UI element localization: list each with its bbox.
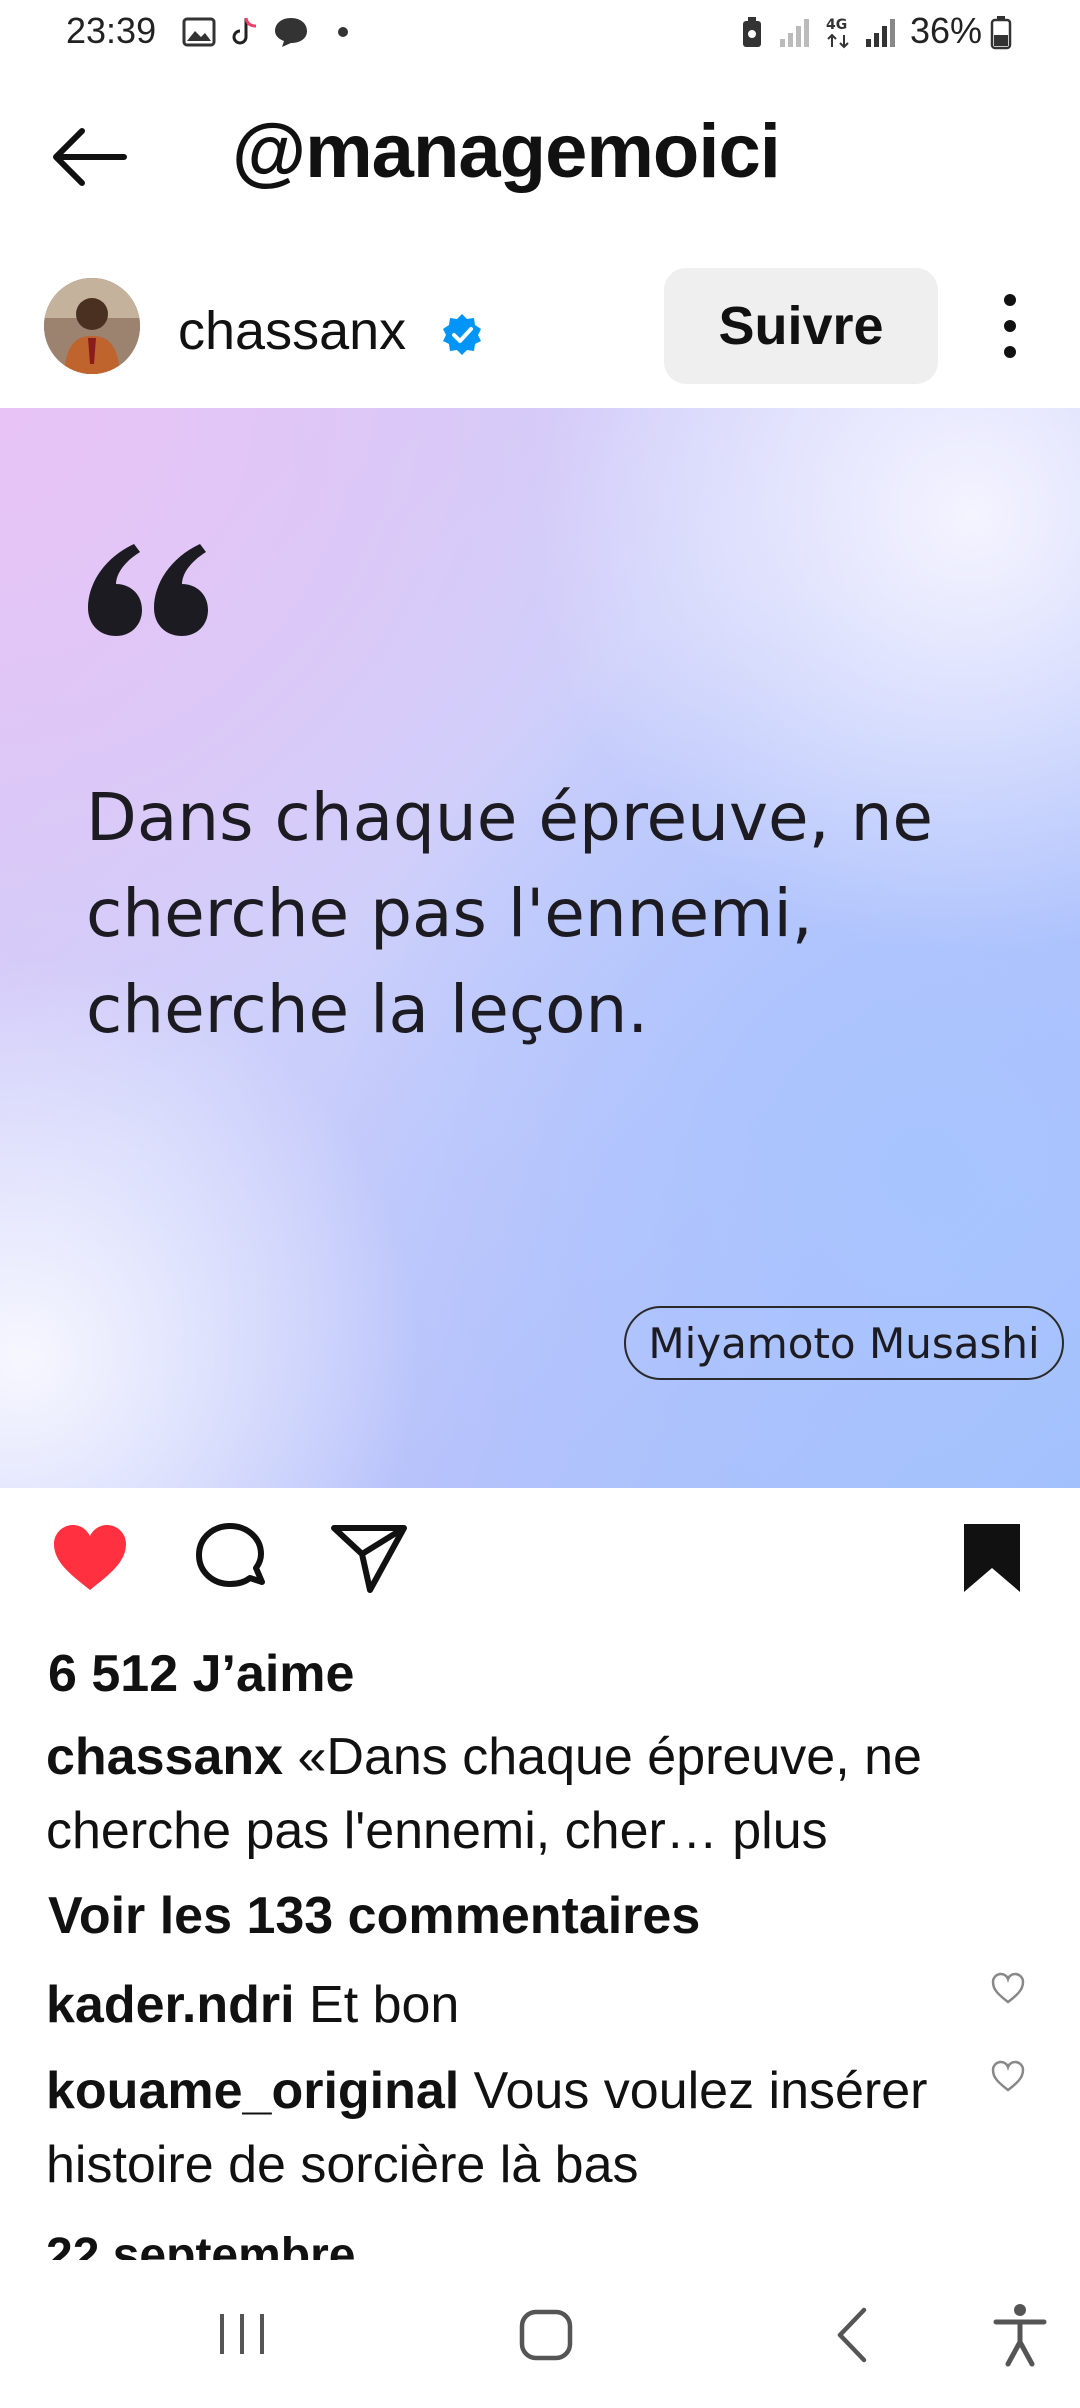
battery-percentage: 36% [910, 10, 983, 51]
comment-item: kader.ndri Et bon [46, 1968, 986, 2042]
battery-icon [990, 16, 1012, 50]
page-title: @managemoici [232, 109, 781, 194]
share-send-icon[interactable] [330, 1522, 408, 1594]
author-username[interactable]: chassanx [178, 300, 406, 362]
comment-username[interactable]: kader.ndri [46, 1976, 295, 2034]
network-4g-icon: 4G [826, 17, 849, 49]
comment-like-heart-icon[interactable] [990, 2058, 1026, 2094]
tiktok-icon [232, 17, 257, 45]
follow-button[interactable]: Suivre [664, 268, 938, 384]
dot-icon [338, 27, 348, 37]
view-comments-link[interactable]: Voir les 133 commentaires [48, 1886, 700, 1946]
comment-text: Et bon [294, 1976, 460, 2034]
likes-count[interactable]: 6 512 J’aime [48, 1644, 354, 1704]
like-heart-icon[interactable] [50, 1522, 130, 1594]
caption-username[interactable]: chassanx [46, 1728, 283, 1786]
comment-like-heart-icon[interactable] [990, 1970, 1026, 2006]
status-time: 23:39 [66, 10, 157, 51]
post-date: 22 septembre [46, 2229, 356, 2262]
back-icon[interactable] [826, 2300, 876, 2370]
signal-icon [780, 19, 809, 47]
quote-author-pill: Miyamoto Musashi [624, 1306, 1064, 1380]
quote-text: Dans chaque épreuve, ne cherche pas l'en… [86, 779, 934, 1048]
comment-icon[interactable] [192, 1522, 268, 1594]
bookmark-saved-icon[interactable] [960, 1522, 1024, 1594]
back-arrow-icon[interactable] [50, 125, 130, 189]
recents-icon[interactable] [214, 2300, 270, 2370]
quote-mark-icon [88, 544, 208, 636]
more-vertical-icon[interactable] [990, 290, 1030, 362]
chat-icon [275, 18, 307, 47]
lock-battery-icon [743, 17, 761, 47]
comment-username[interactable]: kouame_original [46, 2062, 459, 2120]
status-bar: 23:39 4G 36% [0, 0, 1080, 70]
accessibility-icon[interactable] [988, 2300, 1052, 2370]
gallery-icon [182, 17, 216, 47]
home-icon[interactable] [516, 2300, 576, 2370]
post-caption[interactable]: chassanx «Dans chaque épreuve, ne cherch… [46, 1720, 1046, 1868]
avatar[interactable] [44, 278, 140, 374]
verified-badge-icon [443, 314, 481, 355]
svg-text:4G: 4G [826, 17, 847, 33]
signal-icon [866, 19, 895, 47]
comment-item: kouame_original Vous voulez insérer hist… [46, 2054, 986, 2202]
